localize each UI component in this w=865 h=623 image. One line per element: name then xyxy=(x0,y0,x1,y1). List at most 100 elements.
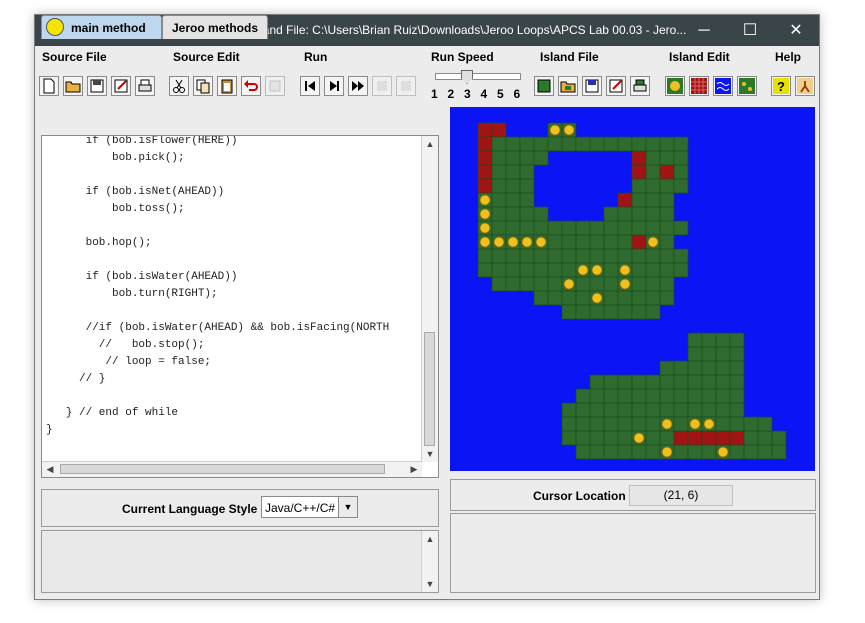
land-cell[interactable] xyxy=(659,220,675,236)
land-cell[interactable] xyxy=(617,136,633,152)
land-cell[interactable] xyxy=(617,248,633,264)
land-cell[interactable] xyxy=(617,206,633,222)
flower-icon[interactable] xyxy=(665,76,685,96)
scroll-thumb[interactable] xyxy=(60,464,385,474)
land-cell[interactable] xyxy=(603,276,619,292)
menu-source-edit[interactable]: Source Edit xyxy=(173,50,240,64)
land-cell[interactable] xyxy=(645,290,661,306)
land-cell[interactable] xyxy=(645,150,661,166)
land-cell[interactable] xyxy=(589,276,605,292)
land-cell[interactable] xyxy=(687,374,703,390)
land-cell[interactable] xyxy=(673,402,689,418)
land-cell[interactable] xyxy=(561,248,577,264)
land-cell[interactable] xyxy=(603,234,619,250)
land-cell[interactable] xyxy=(519,192,535,208)
land-cell[interactable] xyxy=(659,136,675,152)
land-cell[interactable] xyxy=(687,360,703,376)
undo-icon[interactable] xyxy=(241,76,261,96)
land-cell[interactable] xyxy=(603,206,619,222)
land-cell[interactable] xyxy=(505,136,521,152)
land-cell[interactable] xyxy=(617,374,633,390)
close-button[interactable]: ✕ xyxy=(773,15,819,46)
land-cell[interactable] xyxy=(505,192,521,208)
land-cell[interactable] xyxy=(659,430,675,446)
land-cell[interactable] xyxy=(575,402,591,418)
menu-run-speed[interactable]: Run Speed xyxy=(431,50,494,64)
land-cell[interactable] xyxy=(491,178,507,194)
land-cell[interactable] xyxy=(505,150,521,166)
island-open-icon[interactable] xyxy=(558,76,578,96)
land-cell[interactable] xyxy=(631,402,647,418)
scroll-up-icon[interactable]: ▲ xyxy=(422,531,438,547)
net-cell[interactable] xyxy=(631,234,647,250)
land-cell[interactable] xyxy=(505,248,521,264)
land-cell[interactable] xyxy=(575,290,591,306)
land-cell[interactable] xyxy=(491,220,507,236)
land-cell[interactable] xyxy=(575,234,591,250)
land-cell[interactable] xyxy=(701,360,717,376)
reset-icon[interactable] xyxy=(300,76,320,96)
land-cell[interactable] xyxy=(547,276,563,292)
save-file-icon[interactable] xyxy=(87,76,107,96)
land-cell[interactable] xyxy=(617,402,633,418)
land-cell[interactable] xyxy=(659,248,675,264)
land-cell[interactable] xyxy=(645,276,661,292)
land-cell[interactable] xyxy=(645,192,661,208)
chevron-down-icon[interactable]: ▼ xyxy=(338,497,357,517)
land-cell[interactable] xyxy=(603,290,619,306)
land-cell[interactable] xyxy=(533,150,549,166)
land-cell[interactable] xyxy=(645,304,661,320)
land-cell[interactable] xyxy=(533,206,549,222)
land-cell[interactable] xyxy=(561,234,577,250)
scroll-thumb[interactable] xyxy=(424,332,435,446)
land-cell[interactable] xyxy=(533,276,549,292)
land-cell[interactable] xyxy=(631,248,647,264)
land-cell[interactable] xyxy=(659,192,675,208)
cut-icon[interactable] xyxy=(169,76,189,96)
land-cell[interactable] xyxy=(589,234,605,250)
land-cell[interactable] xyxy=(603,220,619,236)
land-cell[interactable] xyxy=(673,136,689,152)
land-cell[interactable] xyxy=(673,374,689,390)
land-cell[interactable] xyxy=(701,402,717,418)
land-cell[interactable] xyxy=(659,262,675,278)
land-cell[interactable] xyxy=(547,262,563,278)
land-cell[interactable] xyxy=(589,430,605,446)
net-cell[interactable] xyxy=(659,164,675,180)
run-speed-track[interactable] xyxy=(435,73,521,80)
scroll-up-icon[interactable]: ▲ xyxy=(422,136,438,152)
land-cell[interactable] xyxy=(589,416,605,432)
stop-icon[interactable] xyxy=(396,76,416,96)
land-cell[interactable] xyxy=(519,262,535,278)
land-cell[interactable] xyxy=(757,444,773,460)
net-cell[interactable] xyxy=(477,136,493,152)
run-icon[interactable] xyxy=(348,76,368,96)
land-cell[interactable] xyxy=(729,374,745,390)
land-cell[interactable] xyxy=(519,206,535,222)
land-cell[interactable] xyxy=(715,374,731,390)
menu-run[interactable]: Run xyxy=(304,50,327,64)
land-cell[interactable] xyxy=(771,444,787,460)
net-cell[interactable] xyxy=(631,150,647,166)
land-cell[interactable] xyxy=(701,332,717,348)
exit-icon[interactable] xyxy=(795,76,815,96)
land-cell[interactable] xyxy=(589,444,605,460)
menu-island-edit[interactable]: Island Edit xyxy=(669,50,730,64)
land-cell[interactable] xyxy=(519,136,535,152)
land-cell[interactable] xyxy=(729,388,745,404)
land-cell[interactable] xyxy=(603,388,619,404)
net-cell[interactable] xyxy=(729,430,745,446)
land-cell[interactable] xyxy=(687,388,703,404)
land-cell[interactable] xyxy=(589,220,605,236)
land-cell[interactable] xyxy=(743,430,759,446)
land-cell[interactable] xyxy=(687,444,703,460)
net-cell[interactable] xyxy=(491,122,507,138)
land-cell[interactable] xyxy=(631,220,647,236)
net-cell[interactable] xyxy=(617,192,633,208)
net-icon[interactable] xyxy=(689,76,709,96)
land-cell[interactable] xyxy=(673,416,689,432)
land-cell[interactable] xyxy=(673,444,689,460)
land-cell[interactable] xyxy=(603,402,619,418)
land-cell[interactable] xyxy=(519,248,535,264)
island-new-icon[interactable] xyxy=(534,76,554,96)
